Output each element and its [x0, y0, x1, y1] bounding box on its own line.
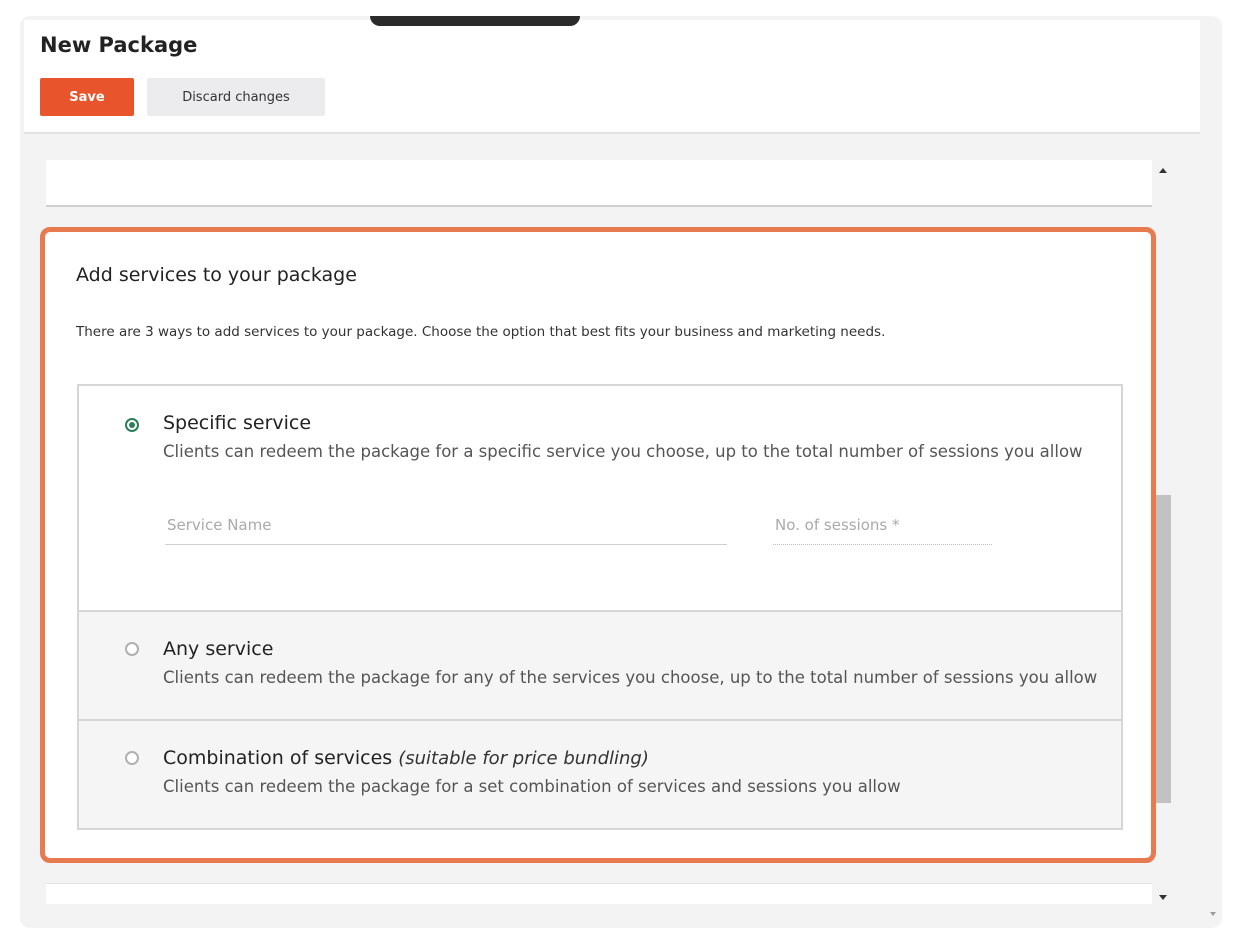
radio-unchecked-icon[interactable] — [125, 642, 139, 656]
sessions-count-input[interactable]: No. of sessions * — [773, 514, 992, 545]
option-title: Combination of services (suitable for pr… — [163, 747, 649, 769]
section-description: There are 3 ways to add services to your… — [76, 324, 886, 340]
scroll-down-arrow-icon[interactable] — [1159, 895, 1167, 900]
service-options-group: Specific service Clients can redeem the … — [77, 384, 1123, 830]
add-services-section: Add services to your package There are 3… — [40, 227, 1156, 863]
option-description: Clients can redeem the package for a spe… — [163, 442, 1083, 461]
top-overlay-bar — [370, 16, 580, 26]
option-title-text: Combination of services — [163, 747, 393, 769]
option-title-note: (suitable for price bundling) — [398, 748, 649, 769]
next-section-card — [46, 883, 1152, 904]
radio-unchecked-icon[interactable] — [125, 751, 139, 765]
page-header: New Package Save Discard changes — [24, 20, 1200, 134]
previous-section-card — [46, 160, 1152, 207]
radio-checked-icon[interactable] — [125, 418, 139, 432]
scrollbar-thumb[interactable] — [1156, 495, 1171, 803]
option-any-service[interactable]: Any service Clients can redeem the packa… — [79, 612, 1121, 721]
service-name-input[interactable]: Service Name — [165, 514, 727, 545]
service-name-placeholder: Service Name — [167, 516, 272, 534]
save-button[interactable]: Save — [40, 78, 134, 116]
option-specific-service[interactable]: Specific service Clients can redeem the … — [79, 386, 1121, 612]
page-scroll-down-icon[interactable] — [1210, 912, 1216, 916]
sessions-placeholder: No. of sessions * — [775, 516, 900, 534]
option-description: Clients can redeem the package for any o… — [163, 668, 1098, 687]
content-scrollbar[interactable] — [1155, 160, 1173, 900]
section-title: Add services to your package — [76, 264, 357, 286]
option-title: Any service — [163, 638, 274, 660]
option-title: Specific service — [163, 412, 312, 434]
discard-changes-button[interactable]: Discard changes — [147, 78, 325, 116]
option-combination-of-services[interactable]: Combination of services (suitable for pr… — [79, 721, 1121, 828]
page-title: New Package — [40, 33, 198, 57]
scroll-up-arrow-icon[interactable] — [1159, 168, 1167, 173]
option-description: Clients can redeem the package for a set… — [163, 777, 901, 796]
